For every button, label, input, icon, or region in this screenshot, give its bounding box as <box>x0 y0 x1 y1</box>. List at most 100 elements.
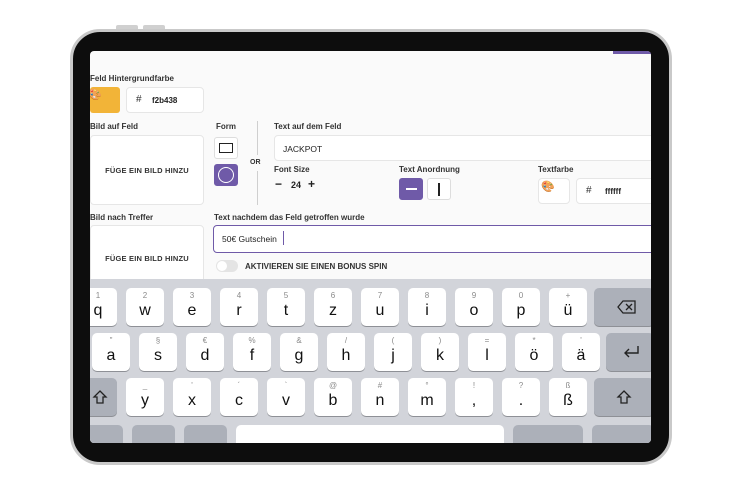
text-after-hit-input[interactable]: 50€ Gutschein <box>213 225 651 253</box>
key-char: u <box>375 302 385 319</box>
rectangle-icon <box>219 143 233 153</box>
return-icon <box>624 346 639 358</box>
key-s[interactable]: § s <box>139 333 177 371</box>
key-t[interactable]: 5t <box>267 288 305 326</box>
key-d[interactable]: € d <box>186 333 224 371</box>
key-i[interactable]: 8i <box>408 288 446 326</box>
key-hint: ° <box>425 381 429 390</box>
key-hint: ) <box>438 336 442 345</box>
key-hint: _ <box>142 381 148 390</box>
key-char: r <box>236 302 242 319</box>
key-.[interactable]: ?. <box>502 378 540 416</box>
key-char: . <box>518 392 524 409</box>
key-ß[interactable]: ßß <box>549 378 587 416</box>
key-hint: 5 <box>283 291 289 300</box>
key-v[interactable]: ` v <box>267 378 305 416</box>
font-size-decrease-button[interactable]: − <box>275 177 282 191</box>
key-char: b <box>328 392 338 409</box>
microphone-key[interactable] <box>184 425 227 443</box>
key-hint: ` <box>284 381 288 390</box>
shape-rectangle-button[interactable] <box>214 137 238 159</box>
key-o[interactable]: 9o <box>455 288 493 326</box>
key-hint: 3 <box>189 291 195 300</box>
globe-key[interactable] <box>132 425 175 443</box>
keyboard-dismiss-key[interactable] <box>592 425 651 443</box>
return-key[interactable] <box>606 333 651 371</box>
numbers-key[interactable] <box>90 425 123 443</box>
key-hint: ß <box>565 381 571 390</box>
key-hint: " <box>109 336 113 345</box>
bg-color-hex-value: f2b438 <box>152 96 178 105</box>
key-u[interactable]: 7u <box>361 288 399 326</box>
shape-circle-button[interactable] <box>214 164 238 186</box>
key-char: f <box>249 347 255 364</box>
key-hint: § <box>155 336 161 345</box>
key-ä[interactable]: ' ä <box>562 333 600 371</box>
key-n[interactable]: # n <box>361 378 399 416</box>
key-hint: € <box>202 336 208 345</box>
palette-icon: 🎨 <box>90 89 102 101</box>
image-on-field-label: Bild auf Feld <box>90 122 138 131</box>
key-e[interactable]: 3e <box>173 288 211 326</box>
key-hint: / <box>344 336 348 345</box>
key-f[interactable]: % f <box>233 333 271 371</box>
key-y[interactable]: _ y <box>126 378 164 416</box>
key-char: z <box>329 302 337 319</box>
key-hint: 8 <box>424 291 430 300</box>
key-w[interactable]: 2w <box>126 288 164 326</box>
key-z[interactable]: 6z <box>314 288 352 326</box>
key-char: s <box>154 347 162 364</box>
key-ü[interactable]: + ü <box>549 288 587 326</box>
font-size-increase-button[interactable]: + <box>308 177 315 191</box>
key-c[interactable]: ´ c <box>220 378 258 416</box>
text-on-field-value: JACKPOT <box>283 144 323 154</box>
key-g[interactable]: & g <box>280 333 318 371</box>
key-,[interactable]: !, <box>455 378 493 416</box>
text-color-hex-value: ffffff <box>605 187 621 196</box>
key-b[interactable]: @ b <box>314 378 352 416</box>
shift-right-key[interactable] <box>594 378 651 416</box>
bg-color-hash: # <box>136 94 142 105</box>
text-after-hit-value: 50€ Gutschein <box>222 234 277 244</box>
key-hint: ´ <box>237 381 241 390</box>
bonus-spin-label: AKTIVIEREN SIE EINEN BONUS SPIN <box>245 262 388 271</box>
key-hint: * <box>532 336 536 345</box>
key-k[interactable]: ) k <box>421 333 459 371</box>
numbers-key-right[interactable] <box>513 425 583 443</box>
key-char: g <box>294 347 304 364</box>
key-char: l <box>485 347 489 364</box>
key-x[interactable]: ' x <box>173 378 211 416</box>
bonus-spin-toggle[interactable] <box>216 260 238 272</box>
key-j[interactable]: (j <box>374 333 412 371</box>
shape-label: Form <box>216 122 236 131</box>
key-char: h <box>341 347 351 364</box>
space-key[interactable] <box>236 425 504 443</box>
key-q[interactable]: 1q <box>90 288 117 326</box>
key-hint: 6 <box>330 291 336 300</box>
key-hint: 1 <box>95 291 101 300</box>
font-size-label: Font Size <box>274 165 310 174</box>
key-h[interactable]: / h <box>327 333 365 371</box>
key-char: i <box>425 302 429 319</box>
align-horizontal-button[interactable] <box>399 178 423 200</box>
key-hint: = <box>484 336 490 345</box>
screen: Feld Hintergrundfarbe 🎨 # f2b438 Bild au… <box>90 51 651 443</box>
onscreen-keyboard: 1 q 2 w 3 e 4 r 5 t 6 z 7 u 8 i 9 o 0 p + ü " a § s € d% f & g / h(j) k =… <box>90 279 651 443</box>
add-image-button[interactable]: FÜGE EIN BILD HINZU <box>90 135 204 205</box>
key-ö[interactable]: * ö <box>515 333 553 371</box>
text-on-field-input[interactable]: JACKPOT <box>274 135 651 161</box>
text-color-swatch[interactable]: 🎨 <box>538 178 570 204</box>
shift-left-key[interactable] <box>90 378 117 416</box>
backspace-key[interactable] <box>594 288 651 326</box>
align-vertical-button[interactable] <box>427 178 451 200</box>
key-m[interactable]: ° m <box>408 378 446 416</box>
key-char: d <box>200 347 210 364</box>
key-r[interactable]: 4r <box>220 288 258 326</box>
key-hint: 0 <box>518 291 524 300</box>
text-on-field-label: Text auf dem Feld <box>274 122 342 131</box>
key-p[interactable]: 0p <box>502 288 540 326</box>
key-l[interactable]: = l <box>468 333 506 371</box>
shift-icon <box>616 390 632 404</box>
key-a[interactable]: " a <box>92 333 130 371</box>
backspace-icon <box>617 300 636 314</box>
